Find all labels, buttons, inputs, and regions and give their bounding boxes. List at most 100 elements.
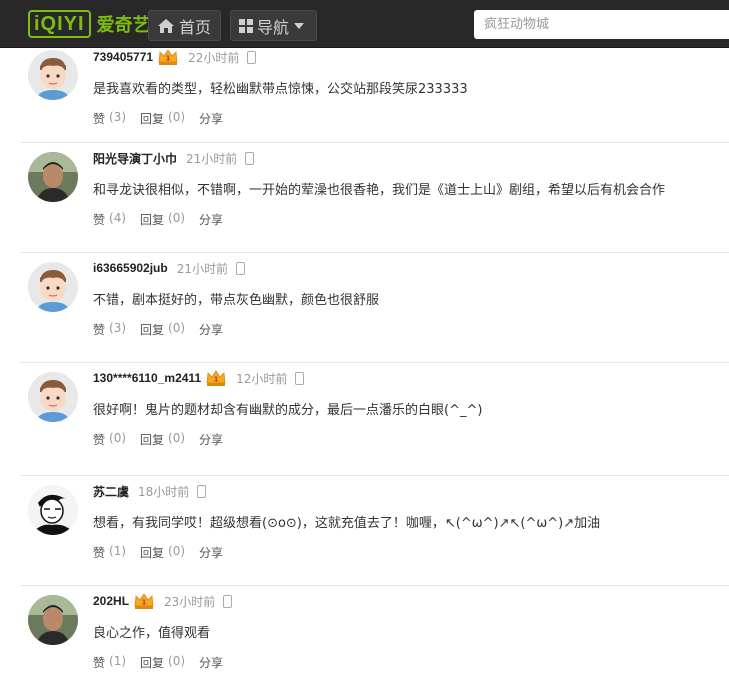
reply-button[interactable]: 回复 (0) [140,110,185,127]
reply-button[interactable]: 回复 (0) [140,211,185,228]
reply-label: 回复 [140,656,165,670]
username[interactable]: 苏二虞 [93,483,129,500]
share-button[interactable]: 分享 [199,431,223,448]
divider [20,142,729,143]
divider [20,475,729,476]
reply-count: (0) [168,211,186,225]
comment-meta: 阳光导演丁小巾 21小时前 [93,149,255,167]
navigation-menu-button[interactable]: 导航 [230,10,317,41]
like-button[interactable]: 赞 (3) [93,321,126,338]
comment-meta: 202HL 1 23小时前 [93,592,233,610]
share-label: 分享 [199,323,224,337]
share-button[interactable]: 分享 [199,654,223,671]
iqiyi-logo[interactable]: iQIYI 爱奇艺 [28,8,151,40]
avatar[interactable] [28,262,78,312]
mobile-device-icon [236,261,245,275]
reply-count: (0) [168,431,186,445]
svg-text:1: 1 [166,55,171,63]
like-count: (3) [109,110,127,124]
avatar[interactable] [28,152,78,202]
reply-button[interactable]: 回复 (0) [140,321,185,338]
like-label: 赞 [93,323,106,337]
reply-button[interactable]: 回复 (0) [140,544,185,561]
home-label: 首页 [179,17,212,37]
comment-time: 23小时前 [164,594,216,609]
comment-text: 良心之作，值得观看 [93,626,211,641]
comment-actions: 赞 (3) 回复 (0) 分享 [93,321,237,338]
reply-count: (0) [168,544,186,558]
mobile-device-icon [197,484,207,498]
home-button[interactable]: 首页 [148,10,221,41]
svg-text:1: 1 [142,599,147,607]
username[interactable]: 阳光导演丁小巾 [93,150,177,167]
like-count: (1) [109,654,127,668]
share-button[interactable]: 分享 [199,544,223,561]
avatar[interactable] [28,485,78,535]
like-count: (4) [109,211,127,225]
like-button[interactable]: 赞 (0) [93,431,126,448]
comment-text: 不错，剧本挺好的，带点灰色幽默，颜色也很舒服 [93,293,380,308]
share-label: 分享 [199,656,224,670]
navigation-label: 导航 [257,17,290,37]
comment-meta: i63665902jub 21小时前 [93,259,245,277]
comment-time: 22小时前 [188,50,240,65]
avatar[interactable] [28,595,78,645]
mobile-device-icon [295,371,305,385]
share-button[interactable]: 分享 [199,110,223,127]
comment-time: 12小时前 [236,371,288,386]
share-button[interactable]: 分享 [199,321,223,338]
like-button[interactable]: 赞 (3) [93,110,126,127]
comment-time: 21小时前 [176,261,228,276]
like-label: 赞 [93,213,106,227]
comment-text: 是我喜欢看的类型，轻松幽默带点惊悚，公交站那段笑尿233333 [93,82,468,97]
home-icon [158,18,174,33]
comment-actions: 赞 (0) 回复 (0) 分享 [93,431,237,448]
vip-crown-icon: 1 [206,370,226,386]
search-input[interactable]: 疯狂动物城 [474,10,729,39]
comment-text: 很好啊！鬼片的题材却含有幽默的成分，最后一点潘乐的白眼(^_^) [93,403,483,418]
like-button[interactable]: 赞 (4) [93,211,126,228]
like-label: 赞 [93,656,106,670]
avatar[interactable] [28,372,78,422]
share-label: 分享 [199,112,224,126]
comment-actions: 赞 (4) 回复 (0) 分享 [93,211,237,228]
chevron-down-icon [294,22,305,29]
like-label: 赞 [93,112,106,126]
avatar[interactable] [28,50,78,100]
comment-actions: 赞 (1) 回复 (0) 分享 [93,654,237,671]
like-button[interactable]: 赞 (1) [93,654,126,671]
reply-label: 回复 [140,213,165,227]
like-count: (3) [109,321,127,335]
comment-meta: 130****6110_m2411 1 12小时前 [93,369,305,387]
divider [20,585,729,586]
comment-meta: 739405771 1 22小时前 [93,48,257,66]
share-label: 分享 [199,433,224,447]
username[interactable]: 130****6110_m2411 [93,371,201,385]
vip-crown-icon: 1 [134,593,154,609]
username[interactable]: i63665902jub [93,261,168,275]
comment-actions: 赞 (3) 回复 (0) 分享 [93,110,237,127]
reply-label: 回复 [140,112,165,126]
comment-actions: 赞 (1) 回复 (0) 分享 [93,544,237,561]
reply-button[interactable]: 回复 (0) [140,654,185,671]
reply-button[interactable]: 回复 (0) [140,431,185,448]
comment-meta: 苏二虞 18小时前 [93,482,207,500]
reply-count: (0) [168,110,186,124]
share-label: 分享 [199,546,224,560]
mobile-device-icon [247,50,257,64]
vip-crown-icon: 1 [158,49,178,65]
mobile-device-icon [223,594,233,608]
reply-count: (0) [168,321,186,335]
share-button[interactable]: 分享 [199,211,223,228]
comment-text: 和寻龙诀很相似，不错啊，一开始的荤澡也很香艳，我们是《道士上山》剧组，希望以后有… [93,183,666,198]
like-button[interactable]: 赞 (1) [93,544,126,561]
like-count: (0) [109,431,127,445]
divider [20,252,729,253]
share-label: 分享 [199,213,224,227]
divider [20,362,729,363]
username[interactable]: 202HL [93,594,129,608]
mobile-device-icon [245,151,255,165]
username[interactable]: 739405771 [93,50,153,64]
reply-label: 回复 [140,323,165,337]
comment-time: 18小时前 [138,484,190,499]
